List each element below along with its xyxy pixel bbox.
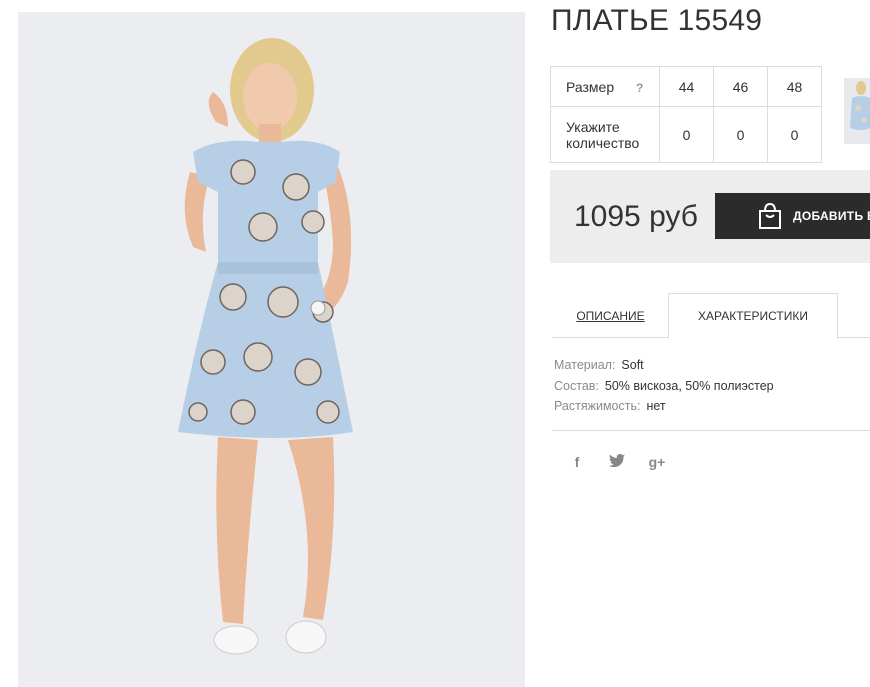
product-title: ПЛАТЬЕ 15549 <box>551 4 763 37</box>
spec-material: Материал: Soft <box>554 355 774 376</box>
product-thumbnail[interactable] <box>844 78 870 144</box>
quantity-input-46[interactable]: 0 <box>713 106 768 163</box>
size-quantity-table: Размер ? 44 46 48 Укажите количество 0 0… <box>550 66 822 163</box>
specs-list: Материал: Soft Состав: 50% вискоза, 50% по… <box>554 355 774 417</box>
spec-composition: Состав: 50% вискоза, 50% полиэстер <box>554 376 774 397</box>
size-44: 44 <box>659 66 714 107</box>
quantity-input-48[interactable]: 0 <box>767 106 822 163</box>
shopping-bag-icon <box>757 202 783 230</box>
size-label: Размер <box>566 78 615 95</box>
divider <box>552 430 870 431</box>
google-plus-icon[interactable]: g+ <box>648 454 666 470</box>
size-help-icon[interactable]: ? <box>636 81 643 95</box>
size-label-cell: Размер ? <box>550 66 660 107</box>
spec-key: Материал: <box>554 358 616 372</box>
product-photo[interactable] <box>18 12 525 687</box>
add-to-cart-label: ДОБАВИТЬ В <box>793 209 870 223</box>
facebook-icon[interactable]: f <box>568 454 586 470</box>
size-46: 46 <box>713 66 768 107</box>
product-tabs: ОПИСАНИЕ ХАРАКТЕРИСТИКИ <box>552 293 870 339</box>
spec-stretch: Растяжимость: нет <box>554 396 774 417</box>
size-row: Размер ? 44 46 48 <box>550 66 822 107</box>
quantity-label: Укажите количество <box>550 106 660 163</box>
tab-description[interactable]: ОПИСАНИЕ <box>552 293 669 338</box>
quantity-input-44[interactable]: 0 <box>659 106 714 163</box>
tab-characteristics[interactable]: ХАРАКТЕРИСТИКИ <box>668 293 838 339</box>
size-48: 48 <box>767 66 822 107</box>
price-box: 1095 руб ДОБАВИТЬ В <box>550 170 870 263</box>
spec-key: Состав: <box>554 378 599 393</box>
social-share: f g+ <box>568 453 666 470</box>
add-to-cart-button[interactable]: ДОБАВИТЬ В <box>715 193 870 239</box>
spec-value: 50% вискоза, 50% полиэстер <box>604 378 774 393</box>
spec-value: нет <box>646 399 666 413</box>
spec-value: Soft <box>621 358 644 372</box>
twitter-icon[interactable] <box>608 453 626 470</box>
spec-key: Растяжимость: <box>554 399 641 413</box>
product-price: 1095 руб <box>574 200 698 233</box>
quantity-row: Укажите количество 0 0 0 <box>550 106 822 163</box>
